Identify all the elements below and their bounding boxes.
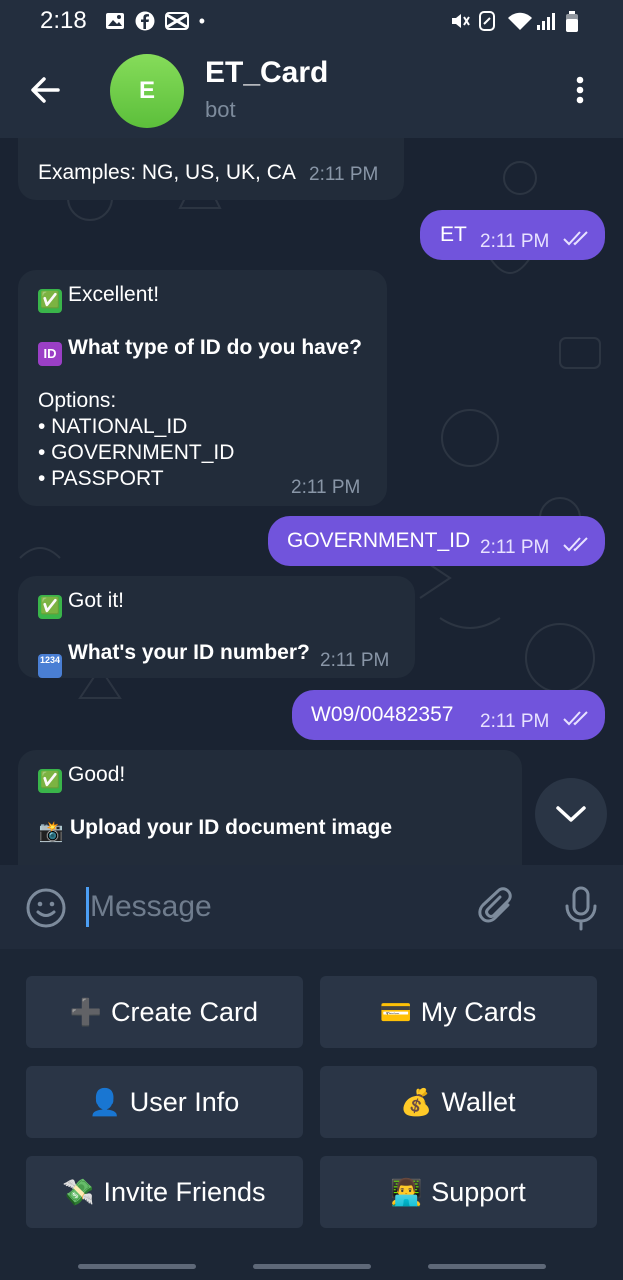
technologist-icon: 👨‍💻 [390,1176,423,1207]
message-input[interactable] [90,885,450,929]
plus-icon: ➕ [69,996,103,1027]
status-time: 2:18 [40,7,87,34]
button-label: My Cards [420,996,537,1027]
option-item: • PASSPORT [38,467,164,490]
scroll-down-button[interactable] [535,778,607,850]
gallery-icon [105,11,125,31]
money-bag-icon: 💰 [400,1086,433,1117]
microphone-icon[interactable] [562,885,600,931]
chat-title[interactable]: ET_Card [205,56,328,90]
message-text-bold: What's your ID number? [68,641,310,664]
read-checkmarks-icon [562,228,592,254]
data-saver-icon [478,11,498,31]
more-options-icon[interactable] [568,72,592,108]
message-bubble-outgoing[interactable]: GOVERNMENT_ID 2:11 PM [268,516,605,566]
message-time: 2:11 PM [291,477,361,498]
nav-back[interactable] [428,1264,546,1269]
facebook-icon [135,11,155,31]
option-item: • NATIONAL_ID [38,415,188,438]
user-info-button[interactable]: 👤 User Info [26,1066,303,1138]
read-checkmarks-icon [562,708,592,734]
message-line: ✅ Good! [38,762,125,793]
message-text-bold: Upload your ID document image [70,816,393,839]
button-label: Wallet [441,1086,516,1117]
user-icon: 👤 [88,1086,121,1117]
my-cards-button[interactable]: 💳 My Cards [320,976,597,1048]
message-text: ET [440,223,467,246]
message-line: ID What type of ID do you have? [38,335,362,366]
text-cursor [86,887,89,927]
message-bubble-incoming[interactable]: Examples: NG, US, UK, CA 2:11 PM [18,138,404,200]
button-label: Support [431,1176,526,1207]
message-text: W09/00482357 [311,703,454,726]
message-line: 📸 Upload your ID document image [38,815,393,844]
message-bubble-incoming[interactable]: ✅ Excellent! ID What type of ID do you hav… [18,270,387,506]
avatar[interactable]: E [110,54,184,128]
button-label: Create Card [110,996,259,1027]
message-line: ✅ Got it! [38,588,124,619]
message-input-bar [0,865,623,949]
check-mark-emoji-icon: ✅ [38,769,62,793]
message-bubble-outgoing[interactable]: W09/00482357 2:11 PM [292,690,605,740]
navigation-bar [0,1254,623,1280]
message-line: ✅ Excellent! [38,282,159,313]
bot-keyboard: ➕ Create Card 💳 My Cards 👤 User Info 💰 W… [0,949,623,1254]
credit-card-icon: 💳 [379,996,412,1027]
numbers-emoji-icon: 1234 [38,654,62,678]
status-bar: 2:18 • [0,0,623,42]
message-time: 2:11 PM [480,711,550,732]
signal-icon [536,11,556,31]
check-mark-emoji-icon: ✅ [38,289,62,313]
message-time: 2:11 PM [320,650,390,671]
id-emoji-icon: ID [38,342,62,366]
nav-recent-apps[interactable] [78,1264,196,1269]
battery-icon [565,11,585,32]
message-bubble-outgoing[interactable]: ET 2:11 PM [420,210,605,260]
message-text: Excellent! [68,283,160,306]
emoji-icon[interactable] [25,887,67,929]
read-checkmarks-icon [562,534,592,560]
camera-flash-emoji-icon: 📸 [38,821,64,843]
invite-friends-button[interactable]: 💸 Invite Friends [26,1156,303,1228]
wifi-icon [507,11,532,31]
chat-area[interactable]: Examples: NG, US, UK, CA 2:11 PM ET 2:11… [0,138,623,865]
button-label: User Info [129,1086,240,1117]
message-time: 2:11 PM [309,164,379,185]
notification-dot: • [198,10,206,31]
message-text: Examples: NG, US, UK, CA [38,161,296,184]
chat-header: E ET_Card bot [0,42,623,138]
option-item: • GOVERNMENT_ID [38,441,235,464]
back-arrow-icon[interactable] [28,72,64,108]
message-text: Good! [68,763,126,786]
message-text: GOVERNMENT_ID [287,529,471,552]
check-mark-emoji-icon: ✅ [38,595,62,619]
message-time: 2:11 PM [480,537,550,558]
money-wings-icon: 💸 [62,1176,95,1207]
mute-icon [449,11,470,31]
nav-home[interactable] [253,1264,371,1269]
message-bubble-incoming[interactable]: ✅ Got it! 1234 What's your ID number? 2:11… [18,576,415,678]
message-line: 1234 What's your ID number? [38,640,310,678]
options-title: Options: [38,389,117,412]
message-bubble-incoming[interactable]: ✅ Good! 📸 Upload your ID document image [18,750,522,865]
message-text-bold: What type of ID do you have? [68,336,363,359]
message-time: 2:11 PM [480,231,550,252]
paperclip-icon[interactable] [478,887,518,929]
support-button[interactable]: 👨‍💻 Support [320,1156,597,1228]
wallet-button[interactable]: 💰 Wallet [320,1066,597,1138]
chevron-down-icon [556,806,586,822]
message-text: Got it! [68,589,125,612]
chat-subtitle: bot [205,97,236,122]
button-label: Invite Friends [103,1176,266,1207]
capcut-icon [164,11,189,31]
create-card-button[interactable]: ➕ Create Card [26,976,303,1048]
